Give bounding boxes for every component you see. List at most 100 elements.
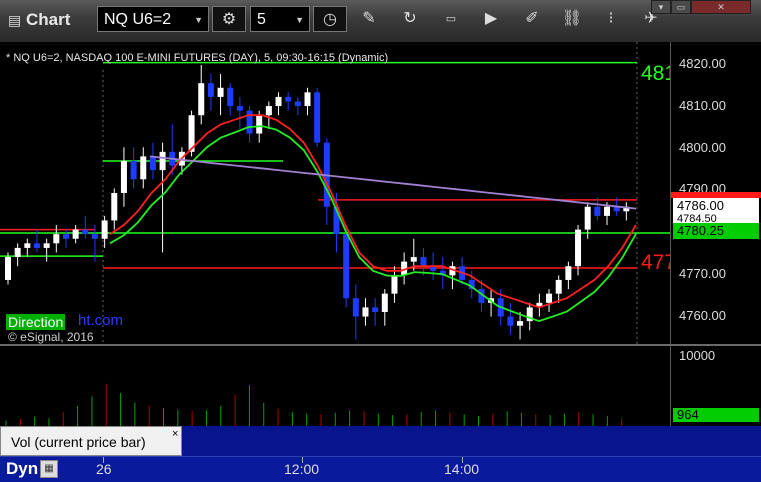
- chart-app-icon: ▤: [8, 12, 22, 28]
- current-volume-marker: 964: [673, 408, 759, 422]
- candle-body: [285, 96, 292, 102]
- draw-pencil-icon[interactable]: ✎: [352, 6, 386, 32]
- time-label: 12:00: [284, 461, 320, 477]
- price-tick: 4820.00: [679, 56, 726, 71]
- candle-body: [343, 234, 350, 299]
- candle-body: [575, 229, 582, 267]
- candle-body: [207, 83, 214, 97]
- price-axis[interactable]: 4820.00 4810.00 4800.00 4790.00 4770.00 …: [670, 42, 761, 345]
- settings-gear-icon[interactable]: ⚙: [212, 6, 246, 32]
- candle-body: [111, 193, 118, 221]
- candle-body: [565, 266, 572, 280]
- price-chart[interactable]: [0, 42, 761, 344]
- get-data-icon[interactable]: ▭: [434, 6, 468, 32]
- candle-body: [246, 110, 253, 134]
- refresh-icon[interactable]: ↻: [393, 6, 427, 32]
- candle-body: [43, 243, 50, 248]
- candle-body: [149, 156, 156, 171]
- candle-body: [391, 275, 398, 294]
- volume-chart[interactable]: [0, 346, 761, 426]
- candle-body: [507, 316, 514, 326]
- candle-body: [517, 321, 524, 326]
- close-button[interactable]: ✕: [691, 0, 751, 14]
- study-bar: [182, 426, 761, 456]
- close-icon[interactable]: ×: [172, 428, 178, 440]
- candle-body: [140, 156, 147, 180]
- candle-body: [120, 160, 127, 193]
- last-price-marker: 4786.00: [673, 198, 759, 214]
- dynamic-mode-label[interactable]: Dyn: [6, 459, 38, 479]
- vwap-line: [149, 155, 637, 210]
- watermark-url: ht.com: [78, 312, 124, 329]
- copyright-text: © eSignal, 2016: [8, 330, 94, 344]
- candle-body: [53, 234, 60, 244]
- clock-icon[interactable]: ◷: [313, 6, 347, 32]
- restore-icon: ▭: [676, 2, 686, 12]
- play-icon[interactable]: ▶: [474, 6, 508, 32]
- symbol-select[interactable]: NQ U6=2 ▼: [97, 6, 209, 32]
- interval-value: 5: [257, 11, 266, 28]
- candle-body: [82, 229, 89, 235]
- dots-icon[interactable]: ⁝: [594, 6, 628, 32]
- chart-header: * NQ U6=2, NASDAQ 100 E-MINI FUTURES (DA…: [6, 52, 389, 64]
- price-tick: 4760.00: [679, 308, 726, 323]
- candle-body: [227, 87, 234, 107]
- candle-body: [314, 92, 321, 143]
- candle-body: [33, 243, 40, 248]
- candle-body: [372, 307, 379, 312]
- candle-body: [72, 229, 79, 239]
- window-title: Chart: [26, 10, 71, 29]
- candle-body: [381, 293, 388, 312]
- candle-body: [546, 293, 553, 303]
- ruler-icon[interactable]: ✐: [515, 6, 549, 32]
- calendar-icon[interactable]: ▦: [40, 460, 58, 478]
- restore-button[interactable]: ▭: [671, 0, 691, 14]
- candle-body: [217, 87, 224, 97]
- candle-body: [275, 96, 282, 107]
- candle-body: [584, 206, 591, 230]
- candle-body: [555, 279, 562, 294]
- candle-body: [362, 307, 369, 317]
- chevron-down-icon: ▼: [194, 15, 203, 25]
- candle-body: [265, 106, 272, 116]
- candle-body: [91, 234, 98, 239]
- candle-body: [304, 92, 311, 107]
- volume-axis[interactable]: 10000 964: [670, 346, 761, 426]
- candle-body: [130, 160, 137, 180]
- time-axis[interactable]: Dyn ▦ 26 12:00 14:00: [0, 456, 761, 482]
- candle-body: [410, 257, 417, 262]
- candle-body: [594, 206, 601, 216]
- candle-body: [159, 151, 166, 171]
- candle-body: [5, 257, 11, 280]
- link-icon[interactable]: ⛓: [555, 6, 589, 32]
- candle-body: [352, 298, 359, 317]
- chart-window: ▤ Chart NQ U6=2 ▼ ⚙ 5 ▼ ◷ ✎ ↻ ▭ ▶ ✐ ⛓ ⁝ …: [0, 0, 761, 482]
- candle-body: [62, 234, 69, 239]
- volume-study-label: Vol (current price bar): [11, 434, 146, 450]
- toolbar: ▤ Chart NQ U6=2 ▼ ⚙ 5 ▼ ◷ ✎ ↻ ▭ ▶ ✐ ⛓ ⁝ …: [0, 0, 761, 43]
- close-icon: ✕: [717, 2, 725, 12]
- candle-body: [14, 247, 21, 258]
- minimize-button[interactable]: ▾: [651, 0, 671, 14]
- candle-body: [604, 206, 611, 216]
- symbol-value: NQ U6=2: [104, 11, 172, 28]
- candle-body: [294, 101, 301, 107]
- volume-study-tab[interactable]: Vol (current price bar) ×: [0, 426, 182, 456]
- time-label: 26: [96, 461, 112, 477]
- candle-body: [24, 243, 31, 248]
- candle-body: [101, 220, 108, 239]
- minimize-icon: ▾: [658, 2, 664, 12]
- price-tick: 4810.00: [679, 98, 726, 113]
- candle-body: [198, 83, 205, 116]
- candle-body: [420, 257, 427, 267]
- watermark-brand: Direction: [6, 314, 66, 330]
- volume-tick: 10000: [679, 348, 716, 363]
- level-price-marker: 4780.25: [673, 223, 759, 239]
- price-tick: 4770.00: [679, 266, 726, 281]
- candle-body: [256, 115, 263, 134]
- interval-select[interactable]: 5 ▼: [250, 6, 310, 32]
- time-label: 14:00: [444, 461, 480, 477]
- chevron-down-icon: ▼: [295, 15, 304, 25]
- price-tick: 4800.00: [679, 140, 726, 155]
- candle-body: [236, 106, 243, 111]
